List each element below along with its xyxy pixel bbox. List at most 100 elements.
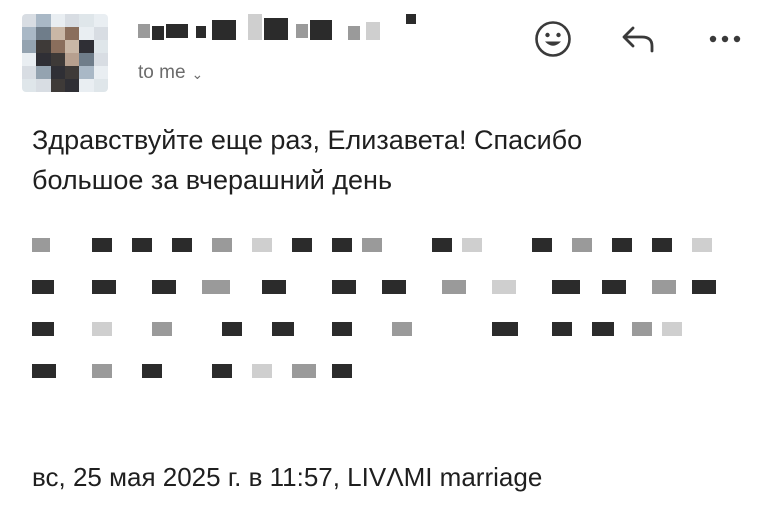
- redaction-block: [202, 280, 230, 294]
- avatar-pixel: [22, 40, 37, 53]
- redaction-block: [382, 280, 406, 294]
- redaction-block: [442, 280, 466, 294]
- emoji-reaction-button[interactable]: [532, 18, 574, 60]
- avatar-pixel: [93, 53, 108, 66]
- redaction-block: [138, 24, 150, 38]
- avatar-pixel: [79, 66, 94, 79]
- redaction-block: [692, 238, 712, 252]
- redaction-block: [332, 238, 352, 252]
- avatar-pixel: [50, 14, 65, 27]
- avatar-pixel: [64, 40, 80, 53]
- redaction-block: [92, 322, 112, 336]
- avatar-pixel: [50, 40, 65, 53]
- redaction-block: [152, 26, 164, 40]
- greeting-line-1: Здравствуйте еще раз, Елизавета! Спасибо: [32, 125, 583, 155]
- avatar-pixel: [79, 40, 94, 53]
- avatar-pixel: [50, 27, 65, 40]
- avatar-pixel: [36, 40, 51, 53]
- redaction-block: [332, 364, 352, 378]
- redaction-block: [32, 364, 56, 378]
- avatar-pixel: [64, 53, 80, 66]
- avatar-pixel: [79, 27, 94, 40]
- avatar-pixel: [22, 27, 37, 40]
- smiley-icon: [535, 21, 571, 57]
- redaction-block: [296, 24, 308, 38]
- redaction-block: [348, 26, 360, 40]
- redaction-block: [662, 322, 682, 336]
- avatar-pixel: [64, 27, 80, 40]
- redaction-block: [196, 26, 206, 38]
- redaction-block: [292, 364, 316, 378]
- redaction-block: [172, 238, 192, 252]
- sender-avatar[interactable]: [22, 14, 108, 92]
- avatar-pixel: [50, 66, 65, 79]
- avatar-pixel: [79, 79, 94, 92]
- chevron-down-icon: ⌄: [191, 65, 204, 82]
- avatar-pixel: [79, 53, 94, 66]
- redaction-block: [552, 322, 572, 336]
- avatar-pixel: [93, 27, 108, 40]
- redaction-block: [692, 280, 716, 294]
- redaction-block: [492, 322, 518, 336]
- redaction-block: [310, 20, 332, 40]
- redaction-block: [212, 364, 232, 378]
- recipient-toggle[interactable]: to me ⌄: [138, 62, 203, 84]
- message-actions: [532, 18, 746, 60]
- avatar-pixel: [36, 14, 51, 27]
- avatar-pixel: [36, 79, 51, 92]
- redaction-block: [366, 22, 380, 40]
- avatar-pixel: [36, 53, 51, 66]
- redaction-block: [272, 322, 294, 336]
- quoted-message-header: вс, 25 мая 2025 г. в 11:57, LIVΛMI marri…: [32, 462, 543, 492]
- redaction-block: [212, 20, 236, 40]
- redaction-block: [152, 322, 172, 336]
- avatar-pixel: [93, 79, 108, 92]
- redaction-block: [406, 14, 416, 24]
- avatar-pixel: [64, 66, 80, 79]
- avatar-pixel: [36, 66, 51, 79]
- redaction-block: [252, 364, 272, 378]
- redaction-block: [32, 322, 54, 336]
- redaction-block: [252, 238, 272, 252]
- redaction-block: [262, 280, 286, 294]
- redaction-block: [362, 238, 382, 252]
- message-greeting: Здравствуйте еще раз, Елизавета! Спасибо…: [32, 120, 722, 200]
- redaction-block: [166, 24, 188, 38]
- redaction-block: [92, 238, 112, 252]
- sender-name-redacted[interactable]: [138, 14, 438, 40]
- redaction-block: [92, 280, 116, 294]
- redaction-block: [332, 280, 356, 294]
- avatar-pixel: [64, 79, 80, 92]
- redaction-block: [264, 18, 288, 40]
- redaction-block: [652, 238, 672, 252]
- avatar-pixel: [50, 53, 65, 66]
- avatar-pixel: [22, 66, 37, 79]
- redaction-block: [92, 364, 112, 378]
- message-body-redacted: [32, 230, 732, 390]
- redaction-block: [142, 364, 162, 378]
- avatar-pixel: [64, 14, 80, 27]
- reply-button[interactable]: [618, 18, 660, 60]
- avatar-pixel: [79, 14, 94, 27]
- redaction-block: [612, 238, 632, 252]
- redaction-block: [222, 322, 242, 336]
- redaction-block: [492, 280, 516, 294]
- redaction-block: [592, 322, 614, 336]
- redaction-block: [572, 238, 592, 252]
- redaction-block: [632, 322, 652, 336]
- redaction-block: [552, 280, 580, 294]
- redaction-block: [152, 280, 176, 294]
- avatar-pixel: [93, 40, 108, 53]
- redaction-block: [132, 238, 152, 252]
- redaction-block: [652, 280, 676, 294]
- reply-icon: [622, 26, 654, 53]
- avatar-pixel: [50, 79, 65, 92]
- redaction-block: [292, 238, 312, 252]
- avatar-pixel: [22, 14, 37, 27]
- redaction-block: [432, 238, 452, 252]
- avatar-pixel: [22, 53, 37, 66]
- more-icon: [709, 35, 741, 43]
- greeting-line-2: большое за вчерашний день: [32, 165, 393, 195]
- redaction-block: [212, 238, 232, 252]
- more-options-button[interactable]: [704, 18, 746, 60]
